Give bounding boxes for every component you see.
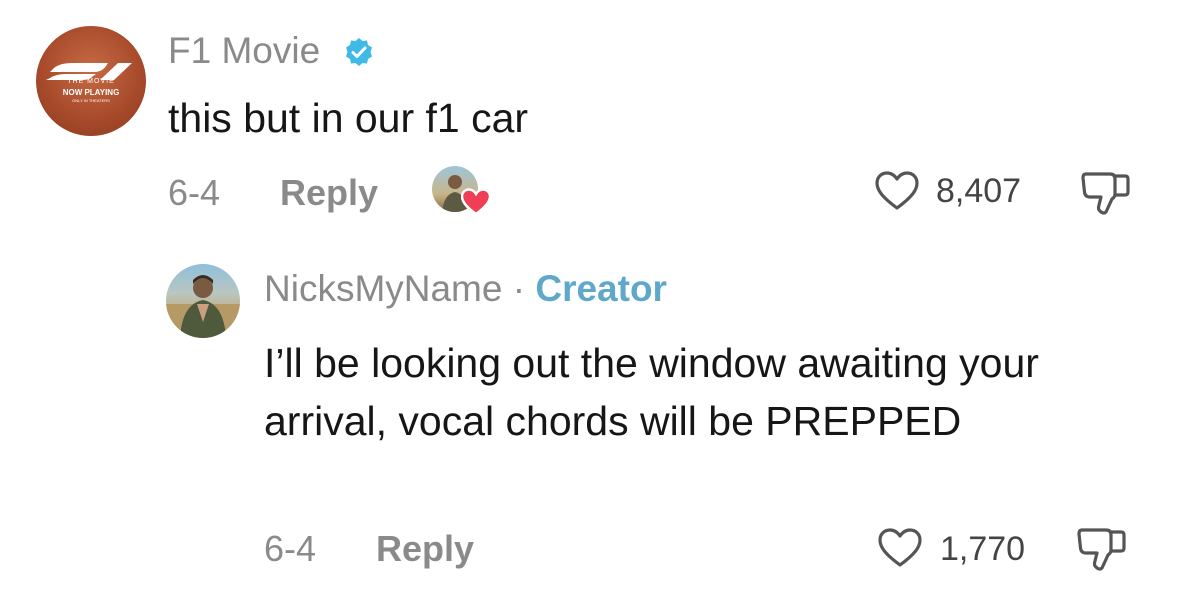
like-heart-icon[interactable] <box>874 170 920 212</box>
comment-date: 6-4 <box>168 172 221 213</box>
f1-movie-avatar[interactable]: THE MOVIE NOW PLAYING ONLY IN THEATERS <box>36 26 146 136</box>
like-heart-icon[interactable] <box>877 527 923 569</box>
creator-badge: Creator <box>535 268 667 309</box>
reply-button[interactable]: Reply <box>280 172 378 214</box>
avatar-now-playing: NOW PLAYING <box>62 88 120 97</box>
nicksmyname-avatar[interactable] <box>166 264 240 338</box>
separator-dot: · <box>512 268 526 309</box>
verified-badge-icon <box>346 38 372 66</box>
reply-button[interactable]: Reply <box>376 528 474 570</box>
avatar-theaters: ONLY IN THEATERS <box>72 98 110 103</box>
reply-date: 6-4 <box>264 528 317 569</box>
like-count: 1,770 <box>940 530 1026 568</box>
comment-username[interactable]: NicksMyName <box>264 268 502 309</box>
comment-text: this but in our f1 car <box>168 95 529 141</box>
like-count: 8,407 <box>936 172 1022 210</box>
reply-text: I’ll be looking out the window awaiting … <box>264 340 1039 444</box>
comment-username[interactable]: F1 Movie <box>168 30 320 72</box>
avatar-tagline: THE MOVIE <box>67 78 115 85</box>
dislike-icon[interactable] <box>1080 168 1132 216</box>
dislike-icon[interactable] <box>1076 524 1128 572</box>
heart-badge-icon <box>461 188 491 216</box>
reply-username-line: NicksMyName · Creator <box>264 268 667 310</box>
